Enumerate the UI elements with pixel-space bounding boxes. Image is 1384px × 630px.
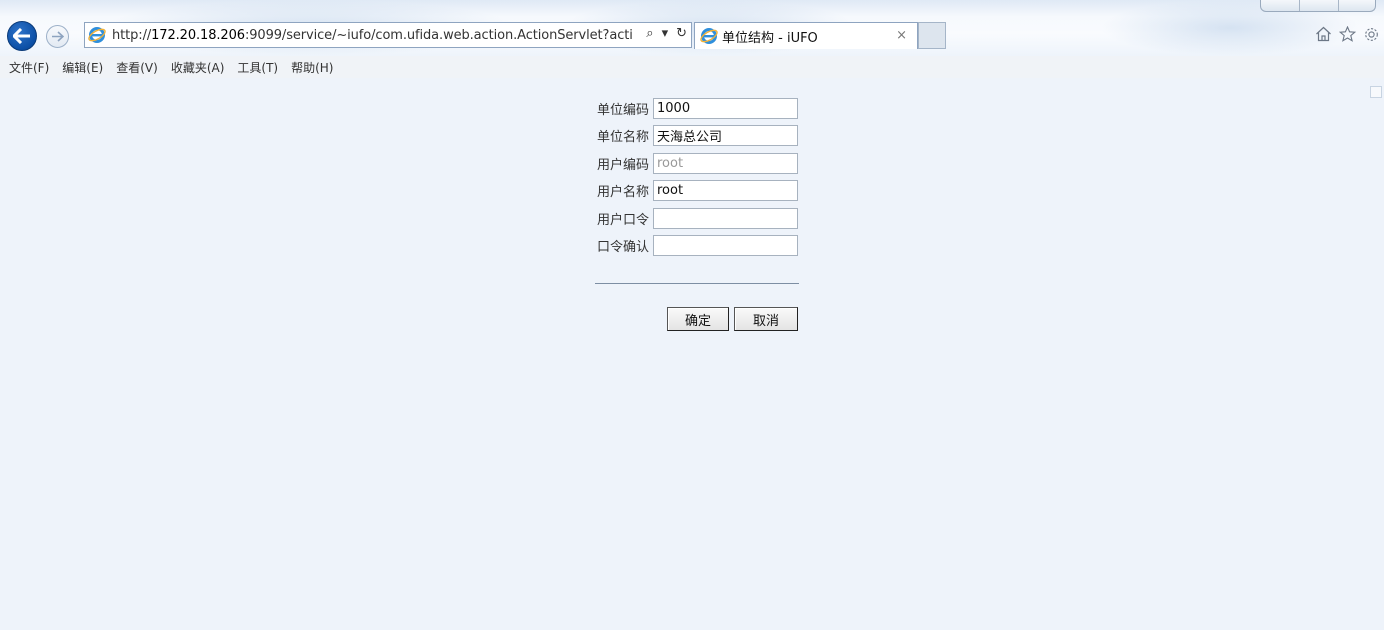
unit-code-label: 单位编码: [596, 103, 649, 118]
back-arrow-icon: [13, 28, 30, 44]
confirm-button[interactable]: 确定: [667, 307, 729, 331]
url-text[interactable]: http://172.20.18.206:9099/service/~iufo/…: [112, 28, 632, 43]
close-icon[interactable]: ×: [896, 28, 907, 43]
menu-help[interactable]: 帮助(H): [291, 59, 333, 76]
refresh-icon[interactable]: ↻: [676, 26, 687, 41]
menu-file[interactable]: 文件(F): [9, 59, 49, 76]
password-confirm-label: 口令确认: [596, 240, 649, 255]
back-button[interactable]: [7, 21, 37, 51]
password-label: 用户口令: [596, 213, 649, 228]
menu-favorites[interactable]: 收藏夹(A): [171, 59, 225, 76]
forward-arrow-icon: [52, 31, 64, 42]
cancel-button[interactable]: 取消: [734, 307, 798, 331]
forward-button[interactable]: [46, 25, 69, 48]
form-row-user-code: 用户编码: [591, 153, 798, 174]
menu-view[interactable]: 查看(V): [116, 59, 158, 76]
form-row-password: 用户口令: [591, 208, 798, 229]
form-row-password-confirm: 口令确认: [591, 235, 798, 256]
search-icon[interactable]: ⌕: [646, 26, 653, 41]
form-row-unit-name: 单位名称: [591, 125, 798, 146]
unit-name-label: 单位名称: [596, 130, 649, 145]
form-row-unit-code: 单位编码: [591, 98, 798, 119]
scroll-corner: [1370, 86, 1382, 98]
star-icon[interactable]: [1338, 25, 1356, 43]
page-content: 单位编码 单位名称 用户编码 用户名称 用户口令 口令确认 确定 取消: [0, 78, 1384, 630]
window-controls[interactable]: [1260, 0, 1376, 12]
user-code-label: 用户编码: [596, 158, 649, 173]
ie-logo-icon: [700, 28, 718, 44]
form-row-user-name: 用户名称: [591, 180, 798, 201]
tab-title: 单位结构 - iUFO: [722, 30, 818, 46]
address-bar[interactable]: http://172.20.18.206:9099/service/~iufo/…: [84, 22, 692, 48]
gear-icon[interactable]: [1362, 25, 1380, 43]
ie-logo-icon: [88, 27, 106, 43]
menu-edit[interactable]: 编辑(E): [62, 59, 103, 76]
unit-code-input[interactable]: [653, 98, 798, 119]
tab-active[interactable]: 单位结构 - iUFO ×: [694, 22, 918, 49]
password-confirm-input[interactable]: [653, 235, 798, 256]
menu-bar: 文件(F) 编辑(E) 查看(V) 收藏夹(A) 工具(T) 帮助(H): [0, 56, 1384, 78]
browser-toolbar: http://172.20.18.206:9099/service/~iufo/…: [0, 0, 1384, 56]
user-code-input: [653, 153, 798, 174]
menu-tools[interactable]: 工具(T): [237, 59, 278, 76]
form-divider: [595, 283, 799, 284]
unit-name-input[interactable]: [653, 125, 798, 146]
user-name-input[interactable]: [653, 180, 798, 201]
home-icon[interactable]: [1314, 25, 1332, 43]
password-input[interactable]: [653, 208, 798, 229]
user-name-label: 用户名称: [596, 185, 649, 200]
new-tab-button[interactable]: [918, 22, 946, 49]
dropdown-icon[interactable]: ▾: [662, 26, 669, 41]
